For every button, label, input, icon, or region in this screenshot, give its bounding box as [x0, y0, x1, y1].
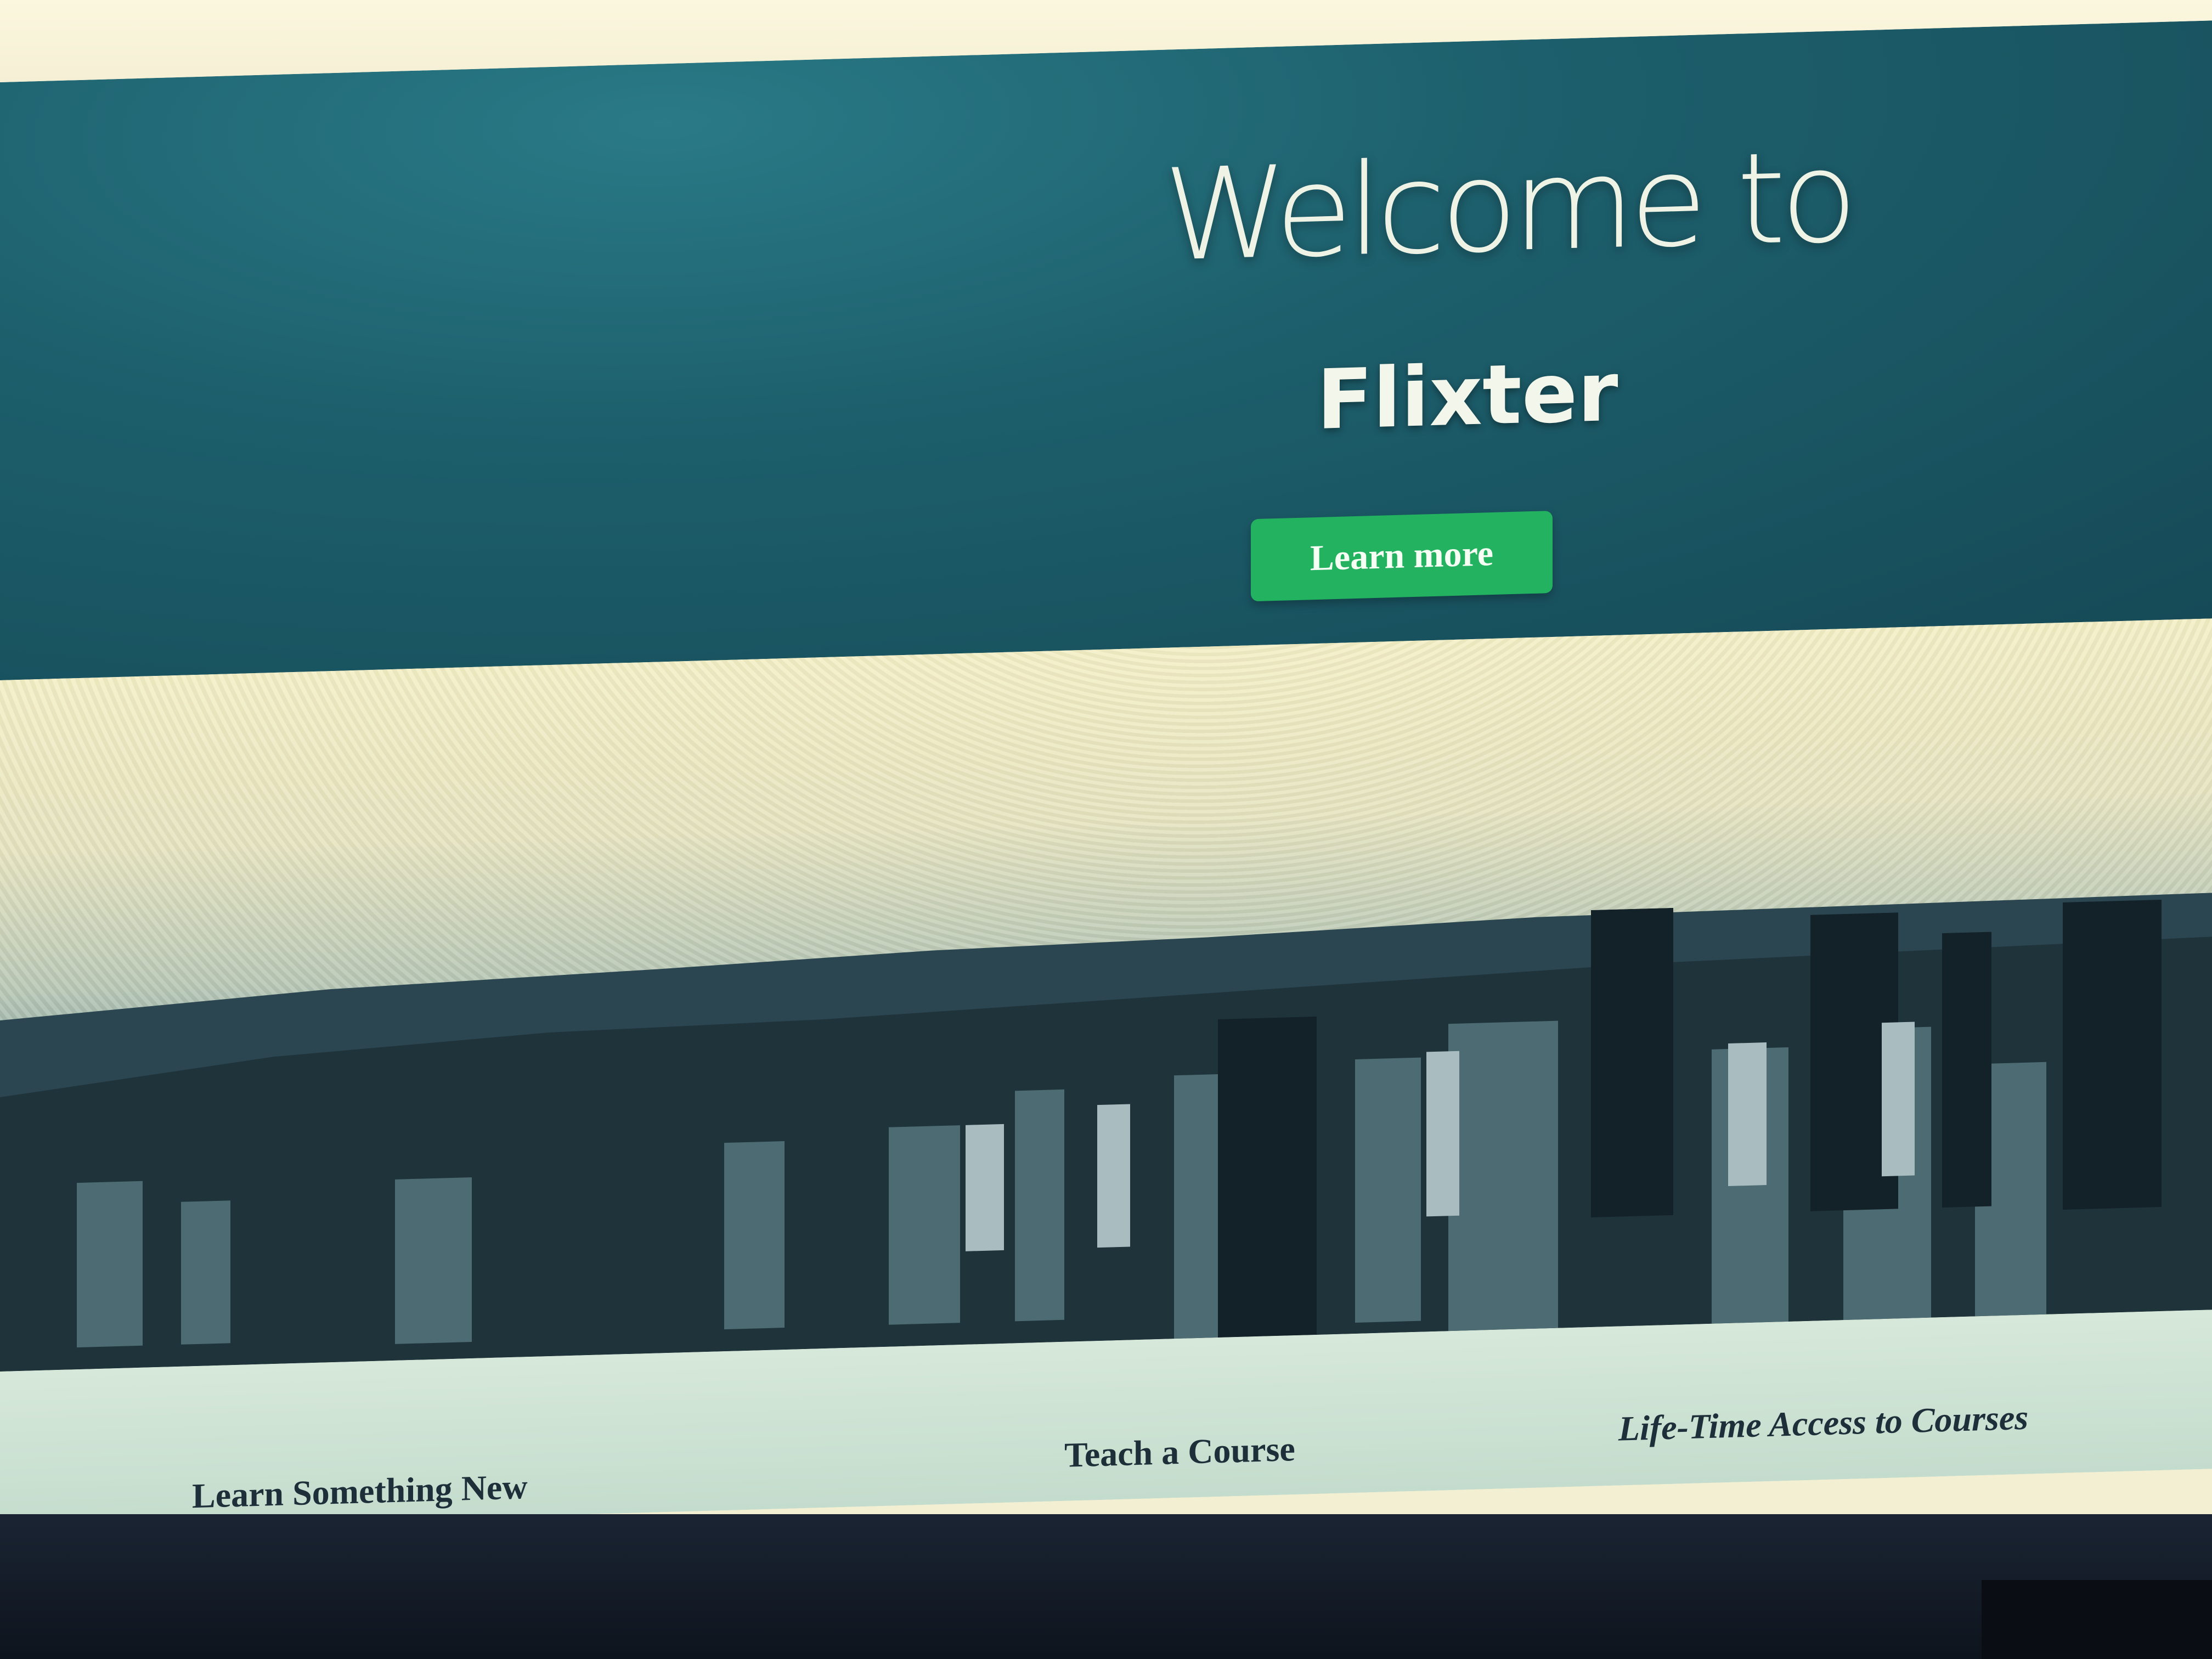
- skyline-graphic: [0, 893, 2212, 1372]
- hero-title: Welcome to: [1163, 123, 1853, 290]
- learn-more-button[interactable]: Learn more: [1251, 510, 1553, 602]
- browser-viewport: Welcome to Flixter Learn more Learn Some…: [0, 20, 2212, 1531]
- hero-section: Welcome to Flixter Learn more: [0, 20, 2212, 680]
- laptop-hinge: [1982, 1580, 2212, 1659]
- feature-teach-a-course: Teach a Course: [1064, 1429, 1295, 1475]
- feature-learn-something-new: Learn Something New: [192, 1467, 528, 1516]
- feature-lifetime-access: Life-Time Access to Courses: [1618, 1397, 2029, 1448]
- hero-brand-name: Flixter: [1317, 344, 1618, 448]
- laptop-bezel: [0, 1514, 2212, 1659]
- city-skyline-image: [0, 618, 2212, 1372]
